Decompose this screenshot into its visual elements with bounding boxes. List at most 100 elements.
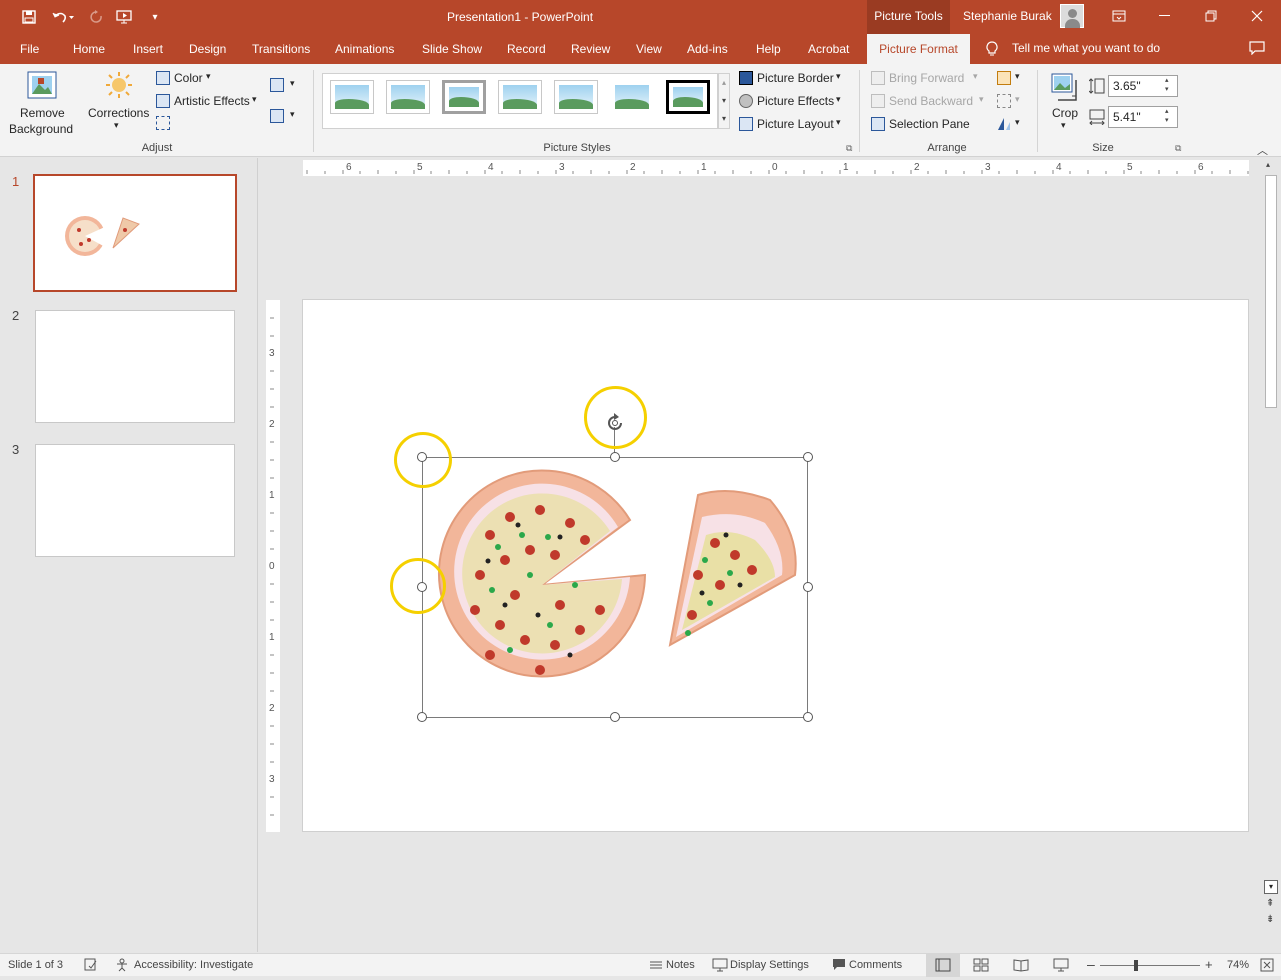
size-dialog-launcher-icon[interactable]: ⧉ xyxy=(1175,143,1181,154)
spelling-icon[interactable] xyxy=(84,958,98,974)
display-settings-button[interactable]: Display Settings xyxy=(730,959,809,971)
ribbon-display-options-icon[interactable] xyxy=(1096,0,1142,32)
change-picture-icon[interactable] xyxy=(270,109,284,123)
picture-border-icon[interactable] xyxy=(739,71,753,85)
zoom-slider[interactable] xyxy=(1100,965,1200,966)
comments-icon[interactable] xyxy=(1249,41,1265,58)
send-backward-dropdown-icon[interactable]: ▾ xyxy=(979,94,984,105)
selection-pane-button[interactable]: Selection Pane xyxy=(889,117,970,131)
slide-sorter-icon[interactable] xyxy=(973,958,989,975)
slide-thumbnail-2[interactable] xyxy=(35,310,235,423)
corrections-button[interactable]: Corrections xyxy=(88,106,149,120)
picture-style-7[interactable] xyxy=(666,80,710,114)
minimize-icon[interactable] xyxy=(1142,0,1188,32)
customize-qat-icon[interactable]: ▾ xyxy=(144,6,166,28)
picture-styles-dialog-launcher-icon[interactable]: ⧉ xyxy=(846,143,852,154)
tab-review[interactable]: Review xyxy=(571,42,610,56)
previous-slide-icon[interactable]: ⇞ xyxy=(1266,898,1274,909)
picture-style-5[interactable] xyxy=(554,80,598,114)
next-slide-icon[interactable]: ⇟ xyxy=(1266,914,1274,925)
tab-transitions[interactable]: Transitions xyxy=(252,42,310,56)
zoom-slider-thumb[interactable] xyxy=(1134,960,1138,971)
tab-add-ins[interactable]: Add-ins xyxy=(687,42,728,56)
color-dropdown-icon[interactable]: ▾ xyxy=(206,71,211,82)
scroll-up-icon[interactable]: ▴ xyxy=(1266,160,1270,169)
corrections-icon[interactable] xyxy=(104,70,134,100)
picture-effects-dropdown-icon[interactable]: ▾ xyxy=(836,94,841,105)
zoom-out-icon[interactable]: – xyxy=(1087,956,1095,972)
resize-handle-top-right[interactable] xyxy=(803,452,813,462)
tab-record[interactable]: Record xyxy=(507,42,546,56)
accessibility-status[interactable]: Accessibility: Investigate xyxy=(134,959,253,971)
artistic-effects-dropdown-icon[interactable]: ▾ xyxy=(252,94,257,105)
picture-border-button[interactable]: Picture Border xyxy=(757,71,834,85)
picture-style-1[interactable] xyxy=(330,80,374,114)
picture-effects-button[interactable]: Picture Effects xyxy=(757,94,834,108)
redo-icon[interactable] xyxy=(86,6,108,28)
rotate-dropdown-icon[interactable]: ▾ xyxy=(1015,117,1020,128)
transparency-icon[interactable] xyxy=(156,116,170,130)
close-icon[interactable] xyxy=(1234,0,1280,32)
picture-style-6[interactable] xyxy=(610,80,654,114)
remove-background-icon[interactable] xyxy=(26,70,58,102)
accessibility-icon[interactable] xyxy=(115,958,129,975)
remove-background-label-1[interactable]: Remove xyxy=(20,106,65,120)
send-backward-button[interactable]: Send Backward xyxy=(889,94,973,108)
tab-file[interactable]: File xyxy=(20,42,39,56)
zoom-level[interactable]: 74% xyxy=(1227,959,1249,971)
corrections-dropdown-icon[interactable]: ▾ xyxy=(114,120,119,131)
slide-thumbnail-3[interactable] xyxy=(35,444,235,557)
tab-picture-format[interactable]: Picture Format xyxy=(867,34,970,64)
align-dropdown-icon[interactable]: ▾ xyxy=(1015,71,1020,82)
picture-style-3[interactable] xyxy=(442,80,486,114)
bring-forward-dropdown-icon[interactable]: ▾ xyxy=(973,71,978,82)
picture-style-4[interactable] xyxy=(498,80,542,114)
start-from-beginning-icon[interactable] xyxy=(114,6,136,28)
zoom-in-icon[interactable]: + xyxy=(1205,957,1213,972)
crop-icon[interactable] xyxy=(1050,72,1080,105)
tab-help[interactable]: Help xyxy=(756,42,781,56)
reading-view-icon[interactable] xyxy=(1013,958,1029,975)
group-dropdown-icon[interactable]: ▾ xyxy=(1015,94,1020,105)
display-settings-icon[interactable] xyxy=(712,958,728,975)
picture-layout-icon[interactable] xyxy=(739,117,753,131)
slide-show-icon[interactable] xyxy=(1053,958,1069,975)
scrollbar-thumb[interactable] xyxy=(1265,175,1277,408)
picture-effects-icon[interactable] xyxy=(739,94,753,108)
picture-border-dropdown-icon[interactable]: ▾ xyxy=(836,71,841,82)
user-name[interactable]: Stephanie Burak xyxy=(963,9,1052,23)
fit-slide-icon[interactable] xyxy=(1260,958,1274,975)
change-picture-dropdown-icon[interactable]: ▾ xyxy=(290,109,295,120)
tab-design[interactable]: Design xyxy=(189,42,226,56)
tell-me-search[interactable]: Tell me what you want to do xyxy=(1012,41,1160,55)
tab-home[interactable]: Home xyxy=(73,42,105,56)
bring-forward-button[interactable]: Bring Forward xyxy=(889,71,964,85)
tab-insert[interactable]: Insert xyxy=(133,42,163,56)
tab-slide-show[interactable]: Slide Show xyxy=(422,42,482,56)
rotate-icon[interactable] xyxy=(997,117,1011,134)
undo-icon[interactable] xyxy=(48,6,78,28)
height-spinner[interactable]: ▴ ▾ xyxy=(1165,76,1169,94)
tab-animations[interactable]: Animations xyxy=(335,42,394,56)
restore-icon[interactable] xyxy=(1188,0,1234,32)
artistic-effects-icon[interactable] xyxy=(156,94,170,108)
width-spinner[interactable]: ▴ ▾ xyxy=(1165,107,1169,125)
notes-button[interactable]: Notes xyxy=(666,959,695,971)
picture-style-2[interactable] xyxy=(386,80,430,114)
group-objects-icon[interactable] xyxy=(997,94,1011,108)
resize-handle-top[interactable] xyxy=(610,452,620,462)
comments-status-icon[interactable] xyxy=(832,958,846,974)
resize-handle-right[interactable] xyxy=(803,582,813,592)
artistic-effects-button[interactable]: Artistic Effects xyxy=(174,94,250,108)
avatar[interactable] xyxy=(1060,4,1084,28)
crop-dropdown-icon[interactable]: ▾ xyxy=(1061,120,1066,131)
color-icon[interactable] xyxy=(156,71,170,85)
picture-layout-button[interactable]: Picture Layout xyxy=(757,117,834,131)
resize-handle-bottom[interactable] xyxy=(610,712,620,722)
crop-button[interactable]: Crop xyxy=(1052,106,1078,120)
tab-view[interactable]: View xyxy=(636,42,662,56)
compress-dropdown-icon[interactable]: ▾ xyxy=(290,78,295,89)
normal-view-button[interactable] xyxy=(926,954,960,977)
compress-pictures-icon[interactable] xyxy=(270,78,284,92)
save-icon[interactable] xyxy=(18,6,40,28)
